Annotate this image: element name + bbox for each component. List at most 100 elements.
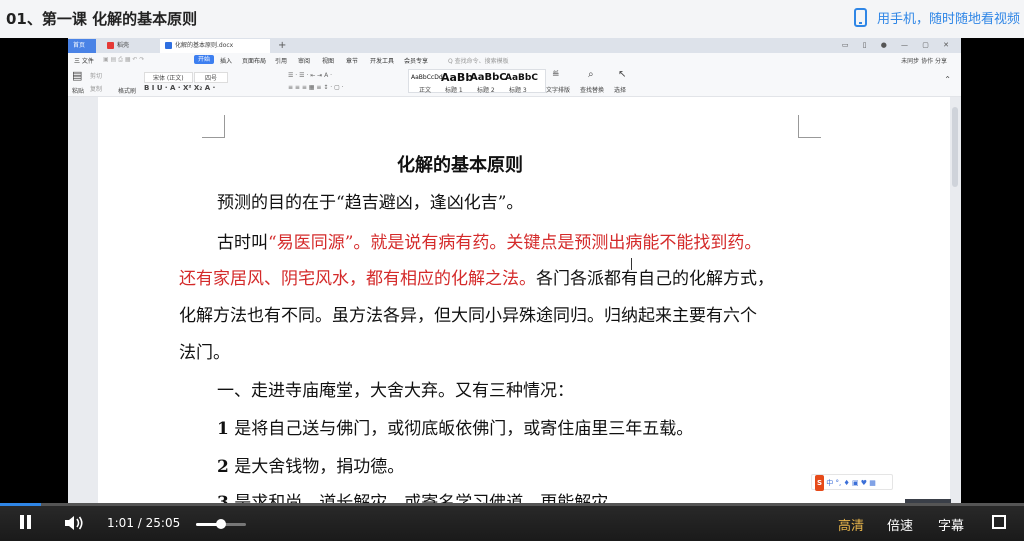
progress-bar[interactable] [0,503,1024,506]
menu-file[interactable]: 三 文件 [74,56,94,65]
fullscreen-corner-br [999,522,1006,529]
paragraph-6: 一、走进寺庙庵堂，大舍大弃。又有三种情况： [217,381,574,401]
find-replace-button[interactable]: 查找替换 [580,85,604,94]
paragraph-3-red: 还有家居风、阴宅风水，都有相应的化解之法。 [179,269,536,289]
volume-slider[interactable] [196,519,246,529]
menu-references[interactable]: 引用 [275,56,287,65]
mobile-watch-label: 用手机，随时随地看视频 [876,12,1020,27]
quality-button[interactable]: 高清 [838,515,864,534]
item-number-1: 1 [217,419,229,439]
text-layout-button[interactable]: 文字排版 [546,85,570,94]
time-separator: / [137,516,142,530]
speed-button[interactable]: 倍速 [887,515,913,534]
text-format-buttons[interactable]: B I U · A · X² X₂ A · [144,84,215,92]
video-controls: 1:01 / 25:05 高清 倍速 字幕 [0,503,1024,541]
progress-fill [0,503,42,506]
menu-bar: 三 文件 ▣ ▤ ⎙ ▦ ↶ ↷ 开始 插入 页面布局 引用 审阅 视图 章节 … [68,53,961,67]
format-painter-button[interactable]: 格式刷 [118,86,136,95]
volume-knob[interactable] [216,519,226,529]
paragraph-2-prefix: 古时叫 [217,233,268,253]
pause-button[interactable] [18,515,34,531]
pointer-icon: ↖ [618,69,627,80]
paragraph-1: 预测的目的在于“趋吉避凶，逢凶化吉”。 [217,193,524,213]
ime-toolbar[interactable]: S 中 °, ♦ ▣ ♥ ▦ [811,474,893,491]
time-display: 1:01 / 25:05 [107,516,180,530]
paragraph-tools[interactable]: ☰ · ☰ · ⇤ ⇥ A · [288,72,332,79]
style-normal-label: 正文 [419,87,432,94]
course-title: 01、第一课 化解的基本原则 [6,10,198,28]
window-controls[interactable]: ▭ ▯ ● — ▢ ✕ [842,38,955,53]
magnifier-icon: ⌕ [588,69,594,80]
text-layout-icon: ≝ [552,70,560,80]
sogou-logo-icon: S [815,475,825,491]
word-doc-icon [165,42,172,49]
current-time: 1:01 [107,516,134,530]
tab-home[interactable]: 首页 [68,39,96,53]
paragraph-3-rest: 各门各派都有自己的化解方式， [536,269,774,289]
new-tab-button[interactable]: + [278,38,286,53]
ribbon: ▤ 粘贴 剪切 复制 格式刷 宋体 (正文) 四号 B I U · A · X²… [68,67,961,97]
fullscreen-corner-tr [999,515,1006,522]
paragraph-2-red: “易医同源”。就是说有病有药。关键点是预测出病能不能找到药。 [268,233,762,253]
quick-access-toolbar[interactable]: ▣ ▤ ⎙ ▦ ↶ ↷ [103,56,144,64]
phone-icon [853,8,867,27]
collab-actions[interactable]: 未同步 协作 分享 [901,56,947,65]
menu-review[interactable]: 审阅 [298,56,310,65]
menu-member[interactable]: 会员专享 [404,56,428,65]
style-h1-label: 标题 1 [445,87,463,94]
paragraph-7-text: 是将自己送与佛门，或彻底皈依佛门，或寄住庙里三年五载。 [228,419,694,439]
paragraph-4: 化解方法也有不同。虽方法各异，但大同小异殊途同归。归纳起来主要有六个 [179,306,757,326]
document-title: 化解的基本原则 [397,155,523,176]
menu-page-layout[interactable]: 页面布局 [242,56,266,65]
volume-icon[interactable] [64,514,86,532]
pause-icon [20,515,24,529]
course-header: 01、第一课 化解的基本原则 用手机，随时随地看视频 [0,0,1024,38]
fullscreen-corner-tl [992,515,999,522]
paragraph-7: 1 是将自己送与佛门，或彻底皈依佛门，或寄住庙里三年五载。 [217,414,693,439]
ribbon-collapse-icon[interactable]: ⌃ [944,75,951,84]
menu-home[interactable]: 开始 [194,55,215,64]
paragraph-5: 法门。 [179,343,230,363]
fullscreen-corner-bl [992,522,999,529]
fullscreen-icon[interactable] [992,515,1006,529]
menu-chapter[interactable]: 章节 [346,56,358,65]
command-search[interactable]: Q 查找命令、搜索模板 [448,56,509,65]
margin-corner-tr [798,115,821,138]
align-tools[interactable]: ≡ ≡ ≡ ▦ ≡ ↕ · ▢ · [288,84,344,91]
menu-view[interactable]: 视图 [322,56,334,65]
style-gallery: AaBbCcDd AaBb AaBbC AaBbC 正文 标题 1 标题 2 标… [408,69,546,94]
tab-bar: 首页 稻壳 化解的基本原则.docx + ▭ ▯ ● — ▢ ✕ [68,38,961,53]
font-name-select[interactable]: 宋体 (正文) [144,72,193,83]
style-h1-sample[interactable]: AaBb [441,71,473,84]
style-h2-sample[interactable]: AaBbC [470,72,507,83]
style-normal-sample[interactable]: AaBbCcDd [411,74,443,81]
margin-corner-tl [202,115,225,138]
vertical-scrollbar[interactable] [952,107,958,187]
duration: 25:05 [145,516,181,530]
mobile-watch-link[interactable]: 用手机，随时随地看视频 [853,8,1020,27]
paste-button[interactable]: 粘贴 [72,86,84,95]
paragraph-3: 还有家居风、阴宅风水，都有相应的化解之法。各门各派都有自己的化解方式， [179,264,774,289]
select-button[interactable]: 选择 [614,85,626,94]
style-h3-label: 标题 3 [509,87,527,94]
style-h3-sample[interactable]: AaBbC [505,73,538,83]
tab-document[interactable]: 化解的基本原则.docx [160,39,270,53]
style-h2-label: 标题 2 [477,87,495,94]
font-size-select[interactable]: 四号 [194,72,229,83]
paragraph-2: 古时叫“易医同源”。就是说有病有药。关键点是预测出病能不能找到药。 [217,228,761,253]
subtitles-button[interactable]: 字幕 [938,515,964,534]
paragraph-8-text: 是大舍钱物，捐功德。 [228,457,405,477]
ime-items[interactable]: 中 °, ♦ ▣ ♥ ▦ [826,479,876,487]
tab-shell[interactable]: 稻壳 [102,39,154,53]
paste-icon[interactable]: ▤ [72,69,82,82]
menu-developer[interactable]: 开发工具 [370,56,394,65]
paragraph-8: 2 是大舍钱物，捐功德。 [217,452,404,477]
item-number-2: 2 [217,457,229,477]
text-cursor [631,258,632,270]
cut-button[interactable]: 剪切 [90,71,102,80]
pause-icon-bar [27,515,31,529]
menu-insert[interactable]: 插入 [220,56,232,65]
tab-shell-label: 稻壳 [117,42,130,49]
copy-button[interactable]: 复制 [90,84,102,93]
daoke-icon [107,42,114,49]
